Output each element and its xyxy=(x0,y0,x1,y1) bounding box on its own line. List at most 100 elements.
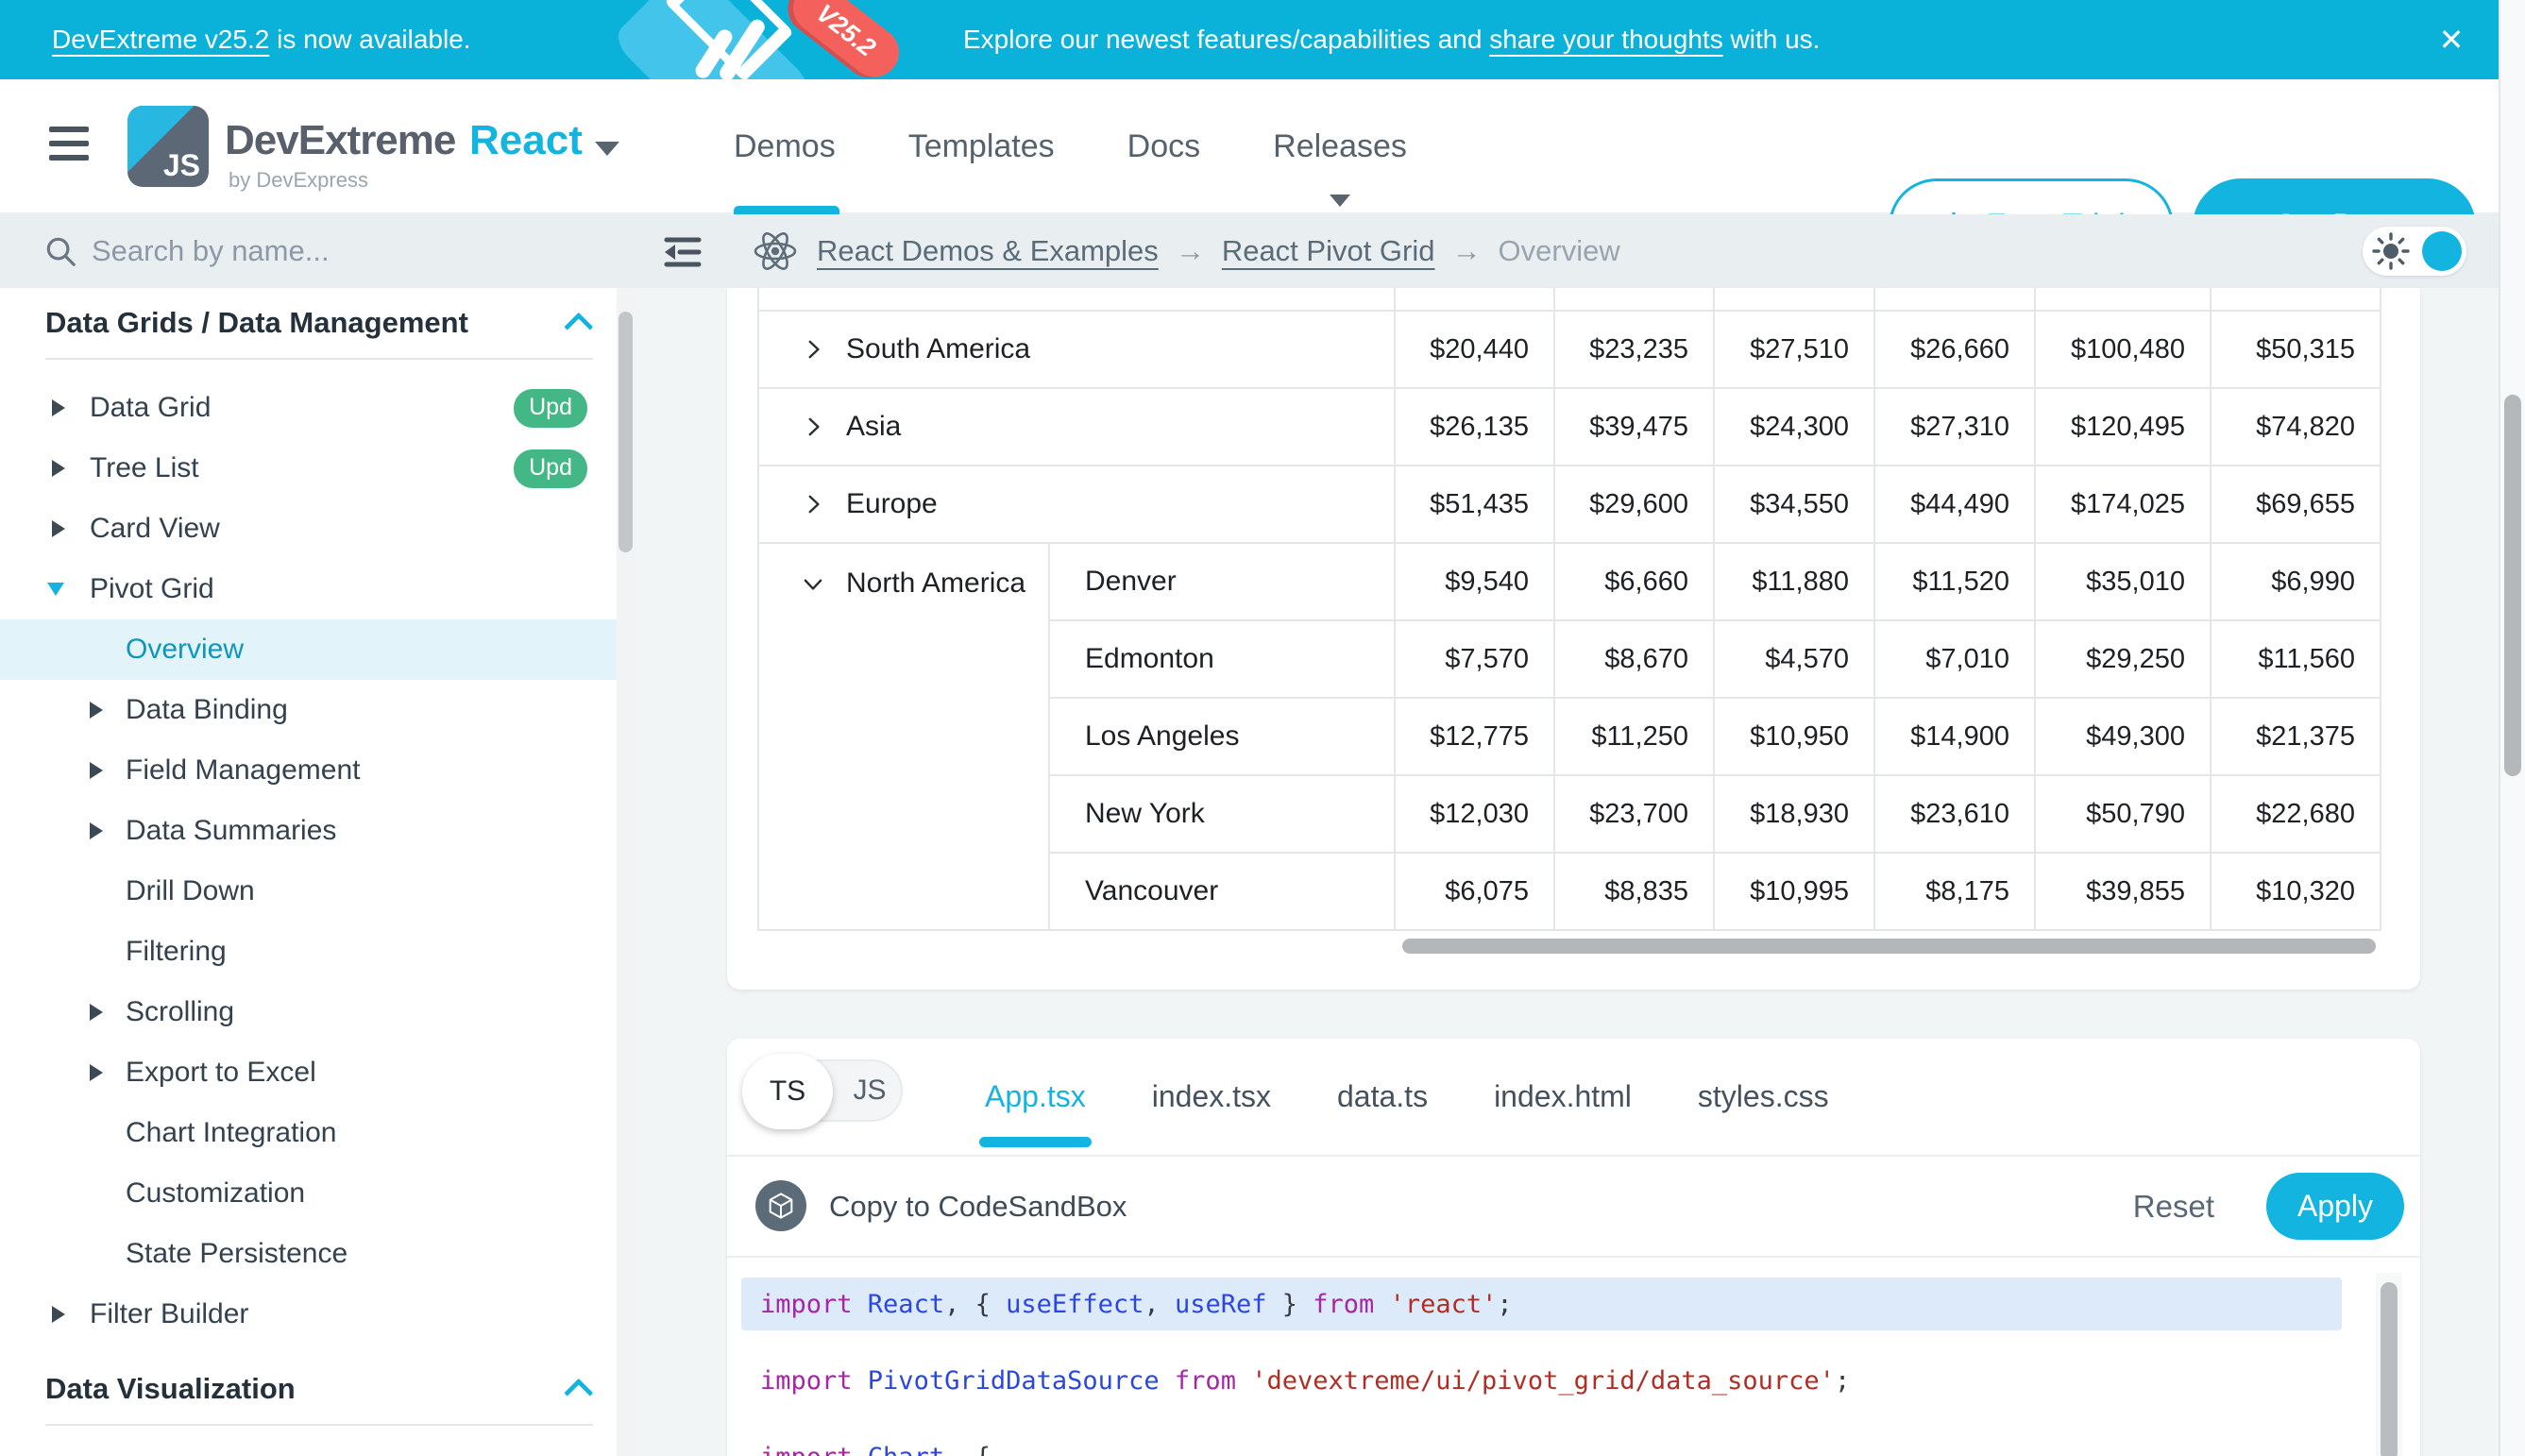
code-editor[interactable]: import React, { useEffect, useRef } from… xyxy=(741,1278,2342,1456)
sidebar-item-chart-integration[interactable]: Chart Integration xyxy=(0,1103,633,1163)
language-toggle[interactable]: TS JS xyxy=(744,1059,903,1122)
value-cell[interactable]: $29,250 xyxy=(2035,620,2211,698)
page-scrollbar[interactable] xyxy=(2499,0,2525,1456)
code-scrollbar-thumb[interactable] xyxy=(2381,1282,2398,1456)
chevron-up-icon[interactable] xyxy=(564,1379,593,1408)
value-cell[interactable]: $39,475 xyxy=(1554,388,1714,466)
chevron-up-icon[interactable] xyxy=(564,313,593,342)
sidebar-scrollbar[interactable] xyxy=(617,288,635,1456)
expand-row-icon[interactable] xyxy=(801,492,825,516)
value-cell[interactable]: $100,480 xyxy=(2035,311,2211,388)
value-cell[interactable]: $50,315 xyxy=(2211,311,2381,388)
chevron-down-icon[interactable] xyxy=(595,142,619,156)
value-cell[interactable]: $11,250 xyxy=(1554,698,1714,775)
region-cell-south-america[interactable]: South America xyxy=(758,311,1395,388)
search-input[interactable] xyxy=(90,228,581,275)
value-cell[interactable]: $49,300 xyxy=(2035,698,2211,775)
expand-row-icon[interactable] xyxy=(801,415,825,439)
value-cell[interactable]: $24,300 xyxy=(1714,388,1874,466)
value-cell[interactable]: $18,930 xyxy=(1714,775,1874,853)
value-cell[interactable]: $14,900 xyxy=(1874,698,2035,775)
value-cell[interactable]: $10,320 xyxy=(2211,853,2381,930)
nav-item-docs[interactable]: Docs xyxy=(1127,79,1200,214)
value-cell[interactable]: $6,660 xyxy=(1554,543,1714,620)
value-cell[interactable]: $51,435 xyxy=(1395,466,1554,543)
sidebar-item-data-summaries[interactable]: Data Summaries xyxy=(0,801,633,861)
breadcrumb-link-pivot-grid[interactable]: React Pivot Grid xyxy=(1222,234,1435,268)
expand-row-icon[interactable] xyxy=(801,337,825,362)
sidebar-item-export-to-excel[interactable]: Export to Excel xyxy=(0,1042,633,1103)
value-cell[interactable]: $44,490 xyxy=(1874,466,2035,543)
sidebar-item-card-view[interactable]: Card View xyxy=(0,499,633,559)
collapse-panel-icon[interactable] xyxy=(661,230,704,274)
sidebar-section-data-grids[interactable]: Data Grids / Data Management xyxy=(0,288,633,358)
value-cell[interactable]: $4,570 xyxy=(1714,620,1874,698)
city-cell-new-york[interactable]: New York xyxy=(1049,775,1395,853)
code-scrollbar[interactable] xyxy=(2376,1273,2402,1456)
sidebar-item-field-management[interactable]: Field Management xyxy=(0,740,633,801)
value-cell[interactable]: $21,375 xyxy=(2211,698,2381,775)
value-cell[interactable]: $8,835 xyxy=(1554,853,1714,930)
js-option[interactable]: JS xyxy=(840,1061,899,1120)
region-cell-asia[interactable]: Asia xyxy=(758,388,1395,466)
version-link[interactable]: DevExtreme v25.2 xyxy=(52,25,269,55)
value-cell[interactable]: $74,820 xyxy=(2211,388,2381,466)
sidebar-item-data-binding[interactable]: Data Binding xyxy=(0,680,633,740)
code-line-3[interactable]: import Chart, { xyxy=(741,1431,2342,1456)
tab-data-ts[interactable]: data.ts xyxy=(1337,1039,1428,1155)
toggle-knob[interactable] xyxy=(2422,231,2462,271)
value-cell[interactable]: $7,010 xyxy=(1874,620,2035,698)
code-line-1[interactable]: import React, { useEffect, useRef } from… xyxy=(741,1278,2342,1330)
value-cell[interactable]: $8,175 xyxy=(1874,853,2035,930)
tab-app-tsx[interactable]: App.tsx xyxy=(985,1039,1086,1155)
region-cell-europe[interactable]: Europe xyxy=(758,466,1395,543)
value-cell[interactable]: $12,030 xyxy=(1395,775,1554,853)
nav-item-templates[interactable]: Templates xyxy=(908,79,1055,214)
sidebar-item-tree-list[interactable]: Tree ListUpd xyxy=(0,438,633,499)
value-cell[interactable]: $23,700 xyxy=(1554,775,1714,853)
value-cell[interactable]: $6,075 xyxy=(1395,853,1554,930)
value-cell[interactable]: $10,950 xyxy=(1714,698,1874,775)
value-cell[interactable]: $11,520 xyxy=(1874,543,2035,620)
tab-styles-css[interactable]: styles.css xyxy=(1698,1039,1829,1155)
tab-index-html[interactable]: index.html xyxy=(1494,1039,1632,1155)
value-cell[interactable]: $6,990 xyxy=(2211,543,2381,620)
theme-toggle[interactable] xyxy=(2363,227,2466,276)
value-cell[interactable]: $8,670 xyxy=(1554,620,1714,698)
value-cell[interactable]: $11,880 xyxy=(1714,543,1874,620)
sidebar-item-data-grid[interactable]: Data GridUpd xyxy=(0,378,633,438)
value-cell[interactable]: $35,010 xyxy=(2035,543,2211,620)
value-cell[interactable]: $11,560 xyxy=(2211,620,2381,698)
horizontal-scrollbar-thumb[interactable] xyxy=(1402,939,2376,954)
sidebar-item-scrolling[interactable]: Scrolling xyxy=(0,982,633,1042)
value-cell[interactable]: $10,995 xyxy=(1714,853,1874,930)
share-thoughts-link[interactable]: share your thoughts xyxy=(1489,25,1723,55)
value-cell[interactable]: $7,570 xyxy=(1395,620,1554,698)
sidebar-item-pivot-grid[interactable]: Pivot Grid xyxy=(0,559,633,619)
devextreme-logo[interactable]: JS xyxy=(127,106,209,187)
city-cell-denver[interactable]: Denver xyxy=(1049,543,1395,620)
sidebar-item-drill-down[interactable]: Drill Down xyxy=(0,861,633,922)
value-cell[interactable]: $26,135 xyxy=(1395,388,1554,466)
city-cell-edmonton[interactable]: Edmonton xyxy=(1049,620,1395,698)
value-cell[interactable]: $12,775 xyxy=(1395,698,1554,775)
page-scrollbar-thumb[interactable] xyxy=(2504,395,2521,776)
codesandbox-icon[interactable] xyxy=(755,1180,806,1231)
close-icon[interactable]: ✕ xyxy=(2423,0,2480,79)
collapse-row-icon[interactable] xyxy=(801,571,825,596)
sidebar-item-filtering[interactable]: Filtering xyxy=(0,922,633,982)
reset-button[interactable]: Reset xyxy=(2133,1157,2214,1256)
region-cell-north-america[interactable]: North America xyxy=(758,543,1049,930)
code-line-2[interactable]: import PivotGridDataSource from 'devextr… xyxy=(741,1354,2342,1407)
sidebar-scrollbar-thumb[interactable] xyxy=(619,312,633,552)
city-cell-los-angeles[interactable]: Los Angeles xyxy=(1049,698,1395,775)
nav-item-releases[interactable]: Releases xyxy=(1273,79,1407,214)
value-cell[interactable]: $34,550 xyxy=(1714,466,1874,543)
value-cell[interactable]: $23,610 xyxy=(1874,775,2035,853)
language-toggle-knob[interactable]: TS xyxy=(742,1054,833,1129)
sidebar-item-customization[interactable]: Customization xyxy=(0,1163,633,1224)
value-cell[interactable]: $27,310 xyxy=(1874,388,2035,466)
sidebar-section-data-visualization[interactable]: Data Visualization xyxy=(0,1354,633,1424)
value-cell[interactable]: $23,235 xyxy=(1554,311,1714,388)
city-cell-vancouver[interactable]: Vancouver xyxy=(1049,853,1395,930)
